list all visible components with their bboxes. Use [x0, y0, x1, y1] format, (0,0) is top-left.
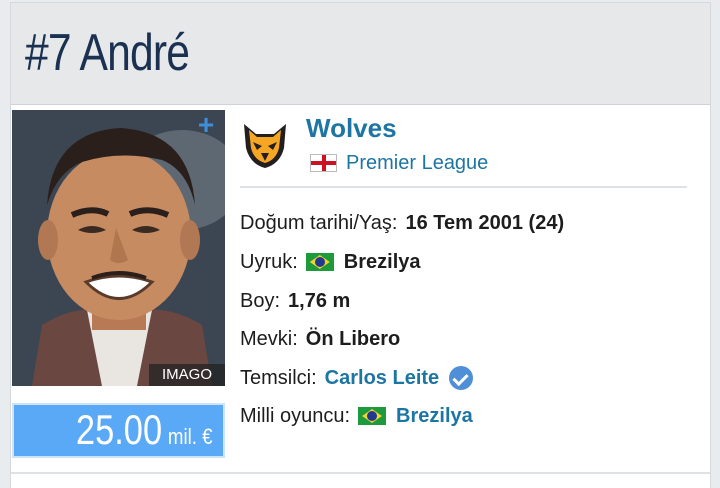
citizenship-label: Uyruk: [240, 250, 298, 273]
national-player-row: Milli oyuncu: Brezilya [240, 401, 473, 431]
national-team-link[interactable]: Brezilya [396, 405, 473, 428]
height-row: Boy: 1,76 m [240, 286, 350, 316]
brazil-flag-icon [358, 407, 387, 425]
player-portrait [12, 110, 225, 386]
wolf-head-icon[interactable] [240, 120, 290, 170]
agent-link[interactable]: Carlos Leite [325, 367, 439, 390]
national-player-label: Milli oyuncu: [240, 404, 351, 427]
citizenship-value: Brezilya [343, 250, 421, 273]
birth-label: Doğum tarihi/Yaş: [240, 211, 398, 234]
player-header: #7 André [11, 3, 710, 105]
player-title: #7 André [25, 24, 190, 82]
divider [11, 472, 710, 474]
birth-value: 16 Tem 2001 (24) [405, 211, 565, 234]
brazil-flag-icon [305, 253, 334, 271]
market-value-amount: 25.00 [75, 406, 162, 453]
agent-label: Temsilci: [240, 366, 317, 389]
agent-row: Temsilci: Carlos Leite [240, 363, 474, 393]
birth-row: Doğum tarihi/Yaş: 16 Tem 2001 (24) [240, 208, 564, 238]
market-value-box[interactable]: 25.00 mil. € [12, 403, 225, 458]
height-label: Boy: [240, 289, 281, 312]
player-photo[interactable] [12, 110, 225, 386]
position-label: Mevki: [240, 327, 298, 350]
verified-check-icon [449, 366, 474, 390]
citizenship-row: Uyruk: Brezilya [240, 247, 421, 277]
club-name-link[interactable]: Wolves [306, 113, 397, 144]
position-row: Mevki: Ön Libero [240, 324, 400, 354]
divider [240, 186, 687, 188]
add-to-watchlist-plus-icon[interactable]: + [194, 111, 218, 139]
league-row[interactable]: Premier League [310, 150, 488, 176]
market-value-unit: mil. € [168, 424, 213, 449]
photo-credit: IMAGO [149, 364, 225, 386]
league-name-link[interactable]: Premier League [346, 152, 488, 175]
england-flag-icon [310, 154, 337, 172]
position-value: Ön Libero [305, 327, 401, 350]
height-value: 1,76 m [288, 289, 351, 312]
